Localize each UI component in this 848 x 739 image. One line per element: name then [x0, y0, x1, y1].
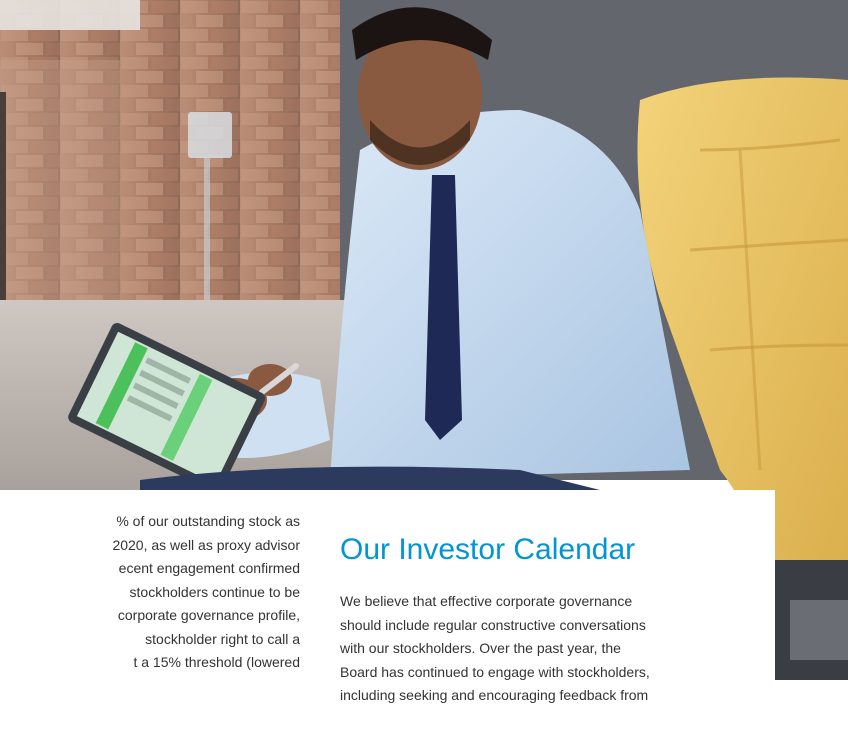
left-paragraph-line: stockholder right to call a — [145, 630, 300, 647]
right-paragraph-line: should include regular constructive conv… — [340, 616, 646, 633]
right-paragraph-line: with our stockholders. Over the past yea… — [340, 640, 621, 656]
right-paragraph: We believe that effective corporate gove… — [340, 590, 760, 708]
left-paragraph: % of our outstanding stock as 2020, as w… — [0, 510, 300, 675]
left-paragraph-line: stockholders continue to be — [129, 583, 300, 600]
left-paragraph-line: corporate governance profile, — [117, 607, 300, 623]
right-text-column: Our Investor Calendar We believe that ef… — [340, 532, 760, 708]
left-paragraph-line: 2020, as well as proxy advisor — [112, 536, 300, 553]
right-paragraph-line: including seeking and encouraging feedba… — [340, 687, 649, 703]
document-page: % of our outstanding stock as 2020, as w… — [0, 0, 848, 739]
right-paragraph-line: We believe that effective corporate gove… — [340, 593, 633, 609]
left-text-column: % of our outstanding stock as 2020, as w… — [0, 510, 300, 739]
left-paragraph-line: % of our outstanding stock as — [116, 513, 300, 529]
right-paragraph-line: Board has continued to engage with stock… — [340, 663, 650, 680]
left-paragraph-line: ecent engagement confirmed — [118, 560, 300, 576]
section-heading: Our Investor Calendar — [340, 533, 636, 566]
left-paragraph-line: t a 15% threshold (lowered — [133, 654, 300, 670]
